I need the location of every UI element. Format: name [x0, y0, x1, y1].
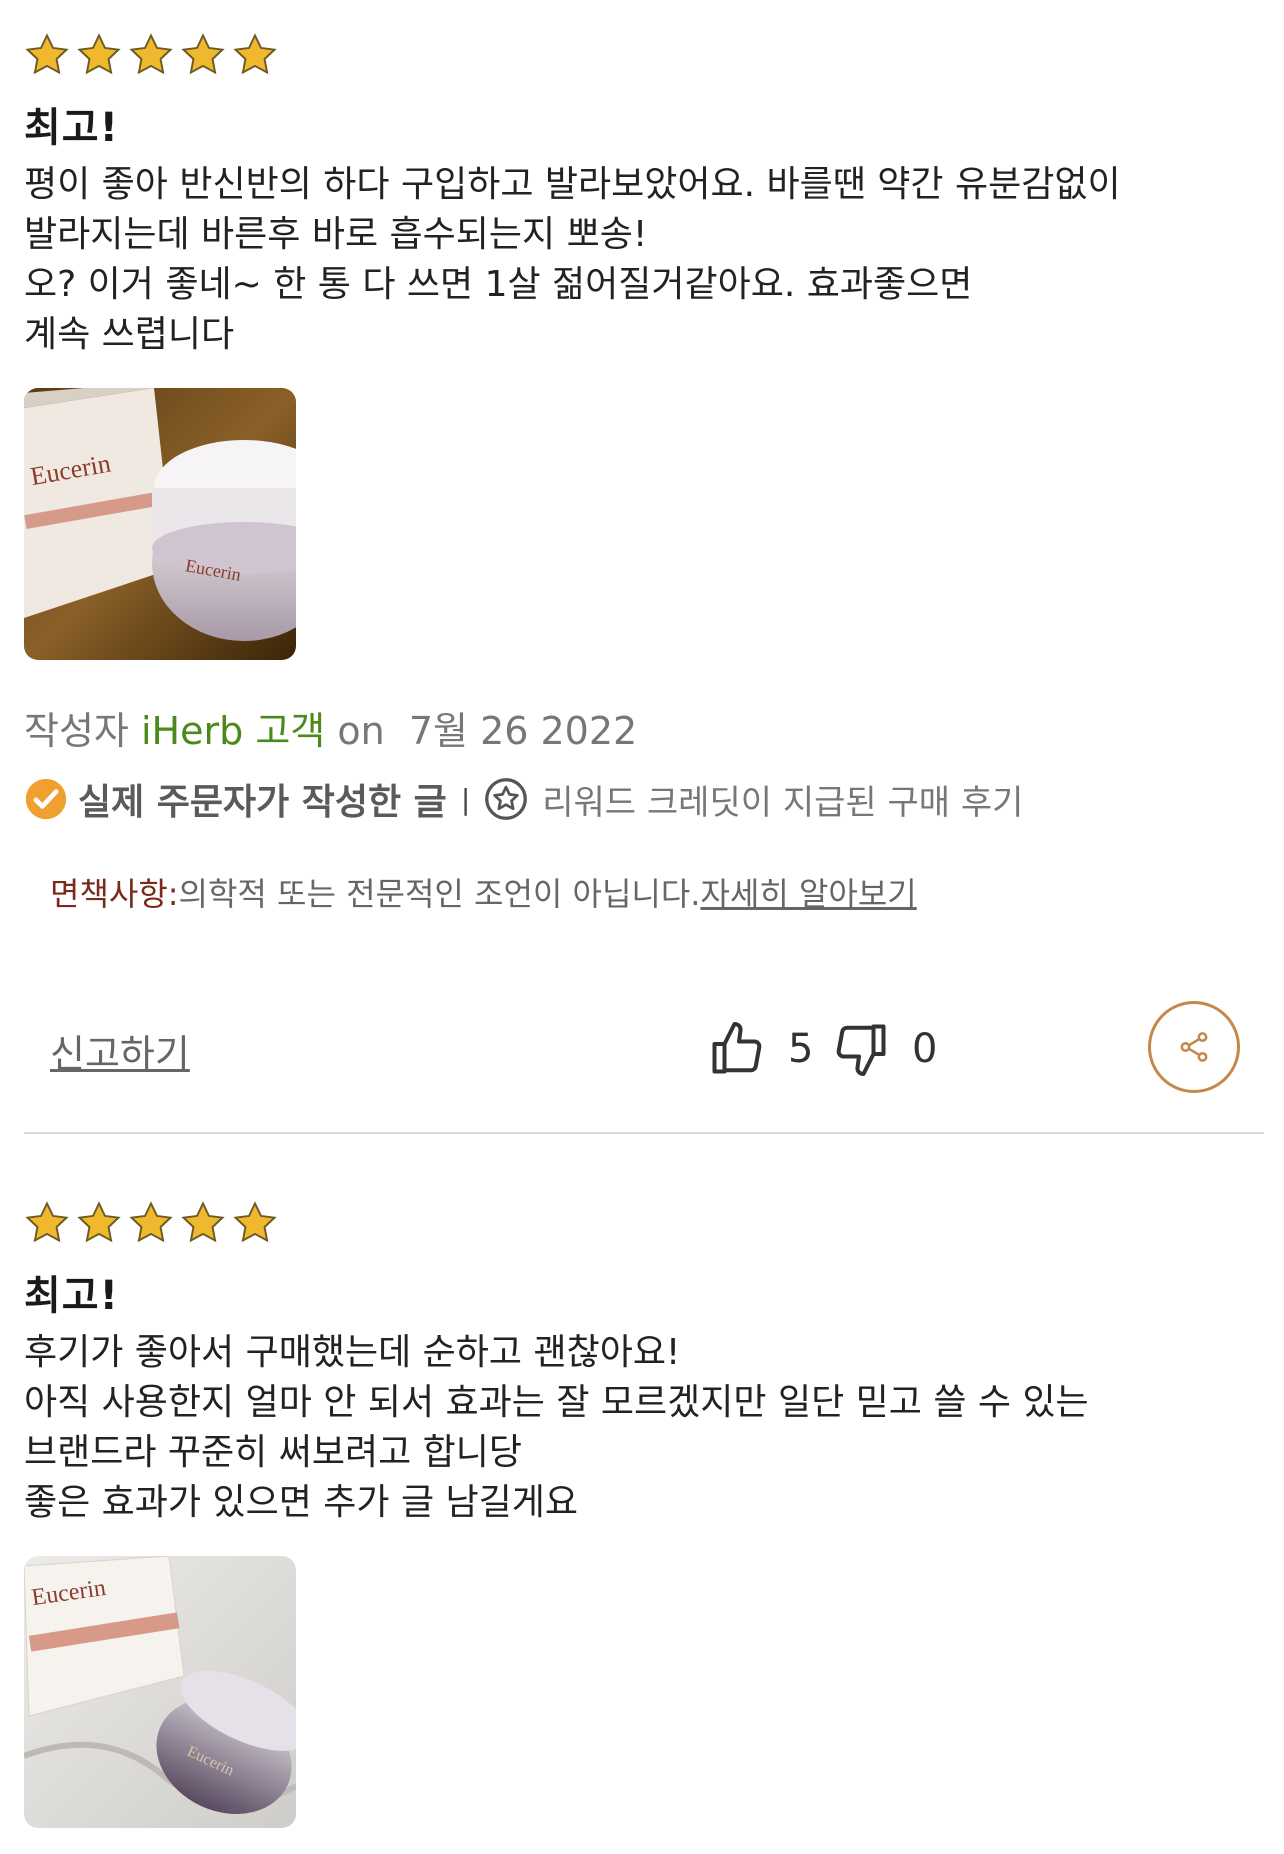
disclaimer: 면책사항:의학적 또는 전문적인 조언이 아닙니다.자세히 알아보기: [24, 869, 1264, 915]
review-title: 최고!: [24, 105, 119, 151]
share-icon: [1180, 1032, 1208, 1062]
date-prefix: on: [337, 709, 385, 753]
disclaimer-text: 의학적 또는 전문적인 조언이 아닙니다.: [178, 875, 701, 913]
separator: |: [460, 782, 471, 816]
star-icon: [181, 1201, 225, 1243]
thumbs-up-icon: [712, 1022, 762, 1074]
product-photo-image: Eucerin Eucerin: [24, 388, 296, 660]
product-photo-image: Eucerin Eucerin: [24, 1556, 296, 1828]
share-button[interactable]: [1148, 1001, 1240, 1093]
review-title: 최고!: [24, 1273, 119, 1319]
helpful-count: 5: [788, 1026, 814, 1072]
star-icon: [25, 1201, 69, 1243]
review-body: 평이 좋아 반신반의 하다 구입하고 발라보았어요. 바를땐 약간 유분감없이 …: [24, 164, 1121, 355]
star-rating: [24, 32, 1264, 78]
review-body: 후기가 좋아서 구매했는데 순하고 괜찮아요! 아직 사용한지 얼마 안 되서 …: [24, 1332, 1089, 1523]
star-icon: [25, 33, 69, 75]
verified-purchase-label: 실제 주문자가 작성한 글: [78, 782, 447, 823]
unhelpful-count: 0: [912, 1026, 938, 1072]
star-rating: [24, 1200, 1264, 1246]
review-card-1: 최고! 평이 좋아 반신반의 하다 구입하고 발라보았어요. 바를땐 약간 유분…: [24, 32, 1264, 1101]
star-icon: [129, 33, 173, 75]
review-photo[interactable]: Eucerin Eucerin: [24, 1556, 296, 1828]
star-icon: [129, 1201, 173, 1243]
helpful-vote[interactable]: 5: [706, 1019, 813, 1079]
thumbs-down-icon: [836, 1024, 886, 1076]
reward-star-icon: [485, 778, 528, 820]
report-link[interactable]: 신고하기: [50, 1023, 190, 1078]
reward-credit-label: 리워드 크레딧이 지급된 구매 후기: [542, 782, 1024, 823]
review-date: 7월 26 2022: [408, 709, 638, 753]
unhelpful-vote[interactable]: 0: [830, 1019, 937, 1079]
review-card-2: 최고! 후기가 좋아서 구매했는데 순하고 괜찮아요! 아직 사용한지 얼마 안…: [24, 1200, 1264, 1828]
star-icon: [77, 1201, 121, 1243]
check-badge-icon: [25, 778, 67, 820]
disclaimer-label: 면책사항:: [50, 875, 179, 913]
review-meta: 작성자 iHerb 고객 on 7월 26 2022: [24, 700, 1264, 755]
review-photo[interactable]: Eucerin Eucerin: [24, 388, 296, 660]
learn-more-link[interactable]: 자세히 알아보기: [700, 875, 916, 913]
star-icon: [233, 1201, 277, 1243]
review-divider: [24, 1132, 1264, 1134]
review-actions: 신고하기 5 0: [24, 1001, 1264, 1101]
author-prefix: 작성자: [24, 709, 129, 753]
star-icon: [181, 33, 225, 75]
star-icon: [77, 33, 121, 75]
star-icon: [233, 33, 277, 75]
verified-row: 실제 주문자가 작성한 글 | 리워드 크레딧이 지급된 구매 후기: [24, 773, 1264, 825]
author-name[interactable]: iHerb 고객: [141, 709, 325, 753]
